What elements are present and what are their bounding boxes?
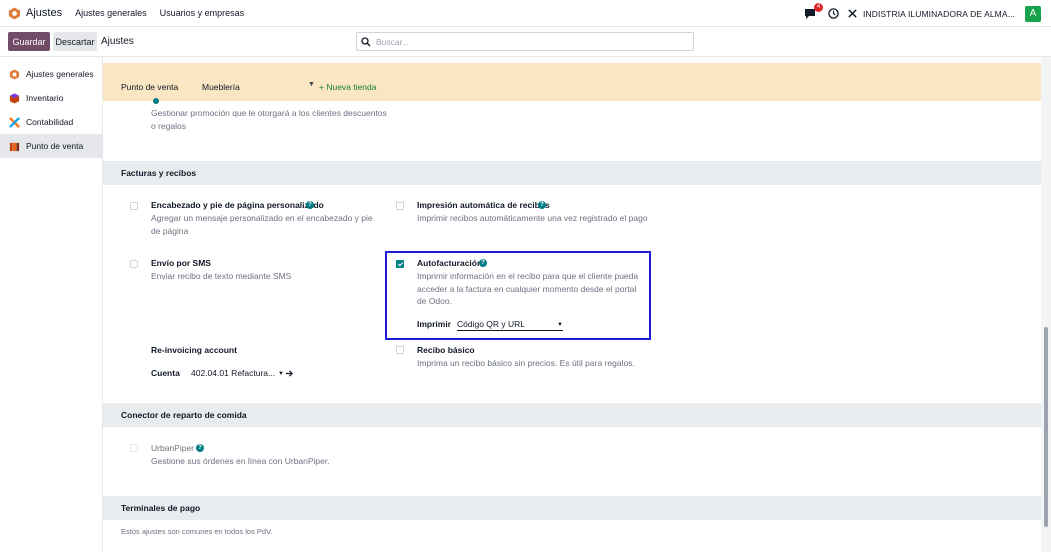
menu-users-companies[interactable]: Usuarios y empresas [160,8,245,18]
accounting-icon [9,116,20,128]
auto-print-checkbox[interactable] [396,202,404,210]
user-avatar[interactable]: A [1025,5,1041,22]
settings-app-icon[interactable] [8,6,21,20]
sms-title: Envío por SMS [151,258,211,268]
sidebar-item-label: Punto de venta [26,141,84,151]
new-shop-button[interactable]: + Nueva tienda [319,82,376,92]
app-name[interactable]: Ajustes [26,7,62,19]
pos-icon [9,142,20,151]
company-switcher[interactable]: INDISTRIA ILUMINADORA DE ALMA... [863,9,1015,19]
terminals-desc: Estos ajustes son comunes en todos los P… [121,527,273,536]
odoo-icon [9,68,20,80]
sidebar-item-general[interactable]: Ajustes generales [0,62,102,86]
shop-selector[interactable]: Mueblería [202,82,240,92]
section-payment-terminals: Terminales de pago [103,496,1041,520]
sms-desc: Enviar recibo de texto mediante SMS [151,271,292,281]
discard-button[interactable]: Descartar [53,32,97,51]
urbanpiper-title: UrbanPiper [151,443,194,453]
sidebar-item-accounting[interactable]: Contabilidad [0,110,102,134]
top-navbar: Ajustes Ajustes generales Usuarios y emp… [0,0,1051,27]
account-select-value: 402.04.01 Refactura... [191,368,276,378]
search-icon [361,36,371,46]
help-icon[interactable]: ? [196,444,204,452]
search-input[interactable] [376,36,676,47]
pos-header: Punto de venta Mueblería ▼ + Nueva tiend… [103,63,1041,101]
section-invoices: Facturas y recibos [103,161,1041,185]
auto-print-title: Impresión automática de recibos [417,200,550,210]
sidebar-item-label: Inventario [26,93,64,103]
settings-sidebar: Ajustes generales Inventario Contabilida… [0,57,103,552]
chevron-down-icon[interactable]: ▼ [308,81,315,88]
search-box[interactable] [356,32,694,51]
help-icon[interactable] [153,98,159,104]
inventory-icon [9,92,20,104]
sms-checkbox[interactable] [130,260,138,268]
help-icon[interactable]: ? [538,201,546,209]
sidebar-item-label: Contabilidad [26,117,74,127]
save-button[interactable]: Guardar [8,32,50,51]
clock-icon[interactable] [828,8,839,19]
chevron-down-icon[interactable]: ▼ [278,371,284,377]
sidebar-item-inventory[interactable]: Inventario [0,86,102,110]
custom-header-title: Encabezado y pie de página personalizado [151,200,324,210]
basic-receipt-desc: Imprima un recibo básico sin precios. Es… [417,358,635,368]
promotion-desc: Gestionar promoción que le otorgará a lo… [151,108,387,131]
highlight-box [385,251,651,340]
sidebar-item-label: Ajustes generales [26,69,94,79]
page-title: Ajustes [101,36,134,47]
account-label: Cuenta [151,368,180,378]
auto-print-desc: Imprimir recibos automáticamente una vez… [417,213,648,223]
custom-header-desc: Agregar un mensaje personalizado en el e… [151,213,373,236]
sidebar-item-pos[interactable]: Punto de venta [0,134,102,158]
pos-label: Punto de venta [121,82,179,92]
urbanpiper-checkbox[interactable] [130,444,138,452]
scrollbar-thumb[interactable] [1044,327,1048,527]
tools-icon[interactable] [847,8,858,19]
account-select[interactable]: 402.04.01 Refactura... [191,368,285,380]
urbanpiper-desc: Gestione sus órdenes en línea con UrbanP… [151,456,330,466]
custom-header-checkbox[interactable] [130,202,138,210]
help-icon[interactable]: ? [306,201,314,209]
notification-badge: 4 [814,2,824,12]
control-panel: Guardar Descartar Ajustes [0,27,1051,57]
arrow-right-icon[interactable] [285,369,294,378]
scrollbar[interactable] [1041,57,1051,552]
basic-receipt-title: Recibo básico [417,345,475,355]
basic-receipt-checkbox[interactable] [396,346,404,354]
reinvoicing-title: Re-invoicing account [151,345,237,355]
menu-general-settings[interactable]: Ajustes generales [75,8,147,18]
section-food-delivery: Conector de reparto de comida [103,403,1041,427]
chat-icon[interactable]: 4 [804,2,824,21]
